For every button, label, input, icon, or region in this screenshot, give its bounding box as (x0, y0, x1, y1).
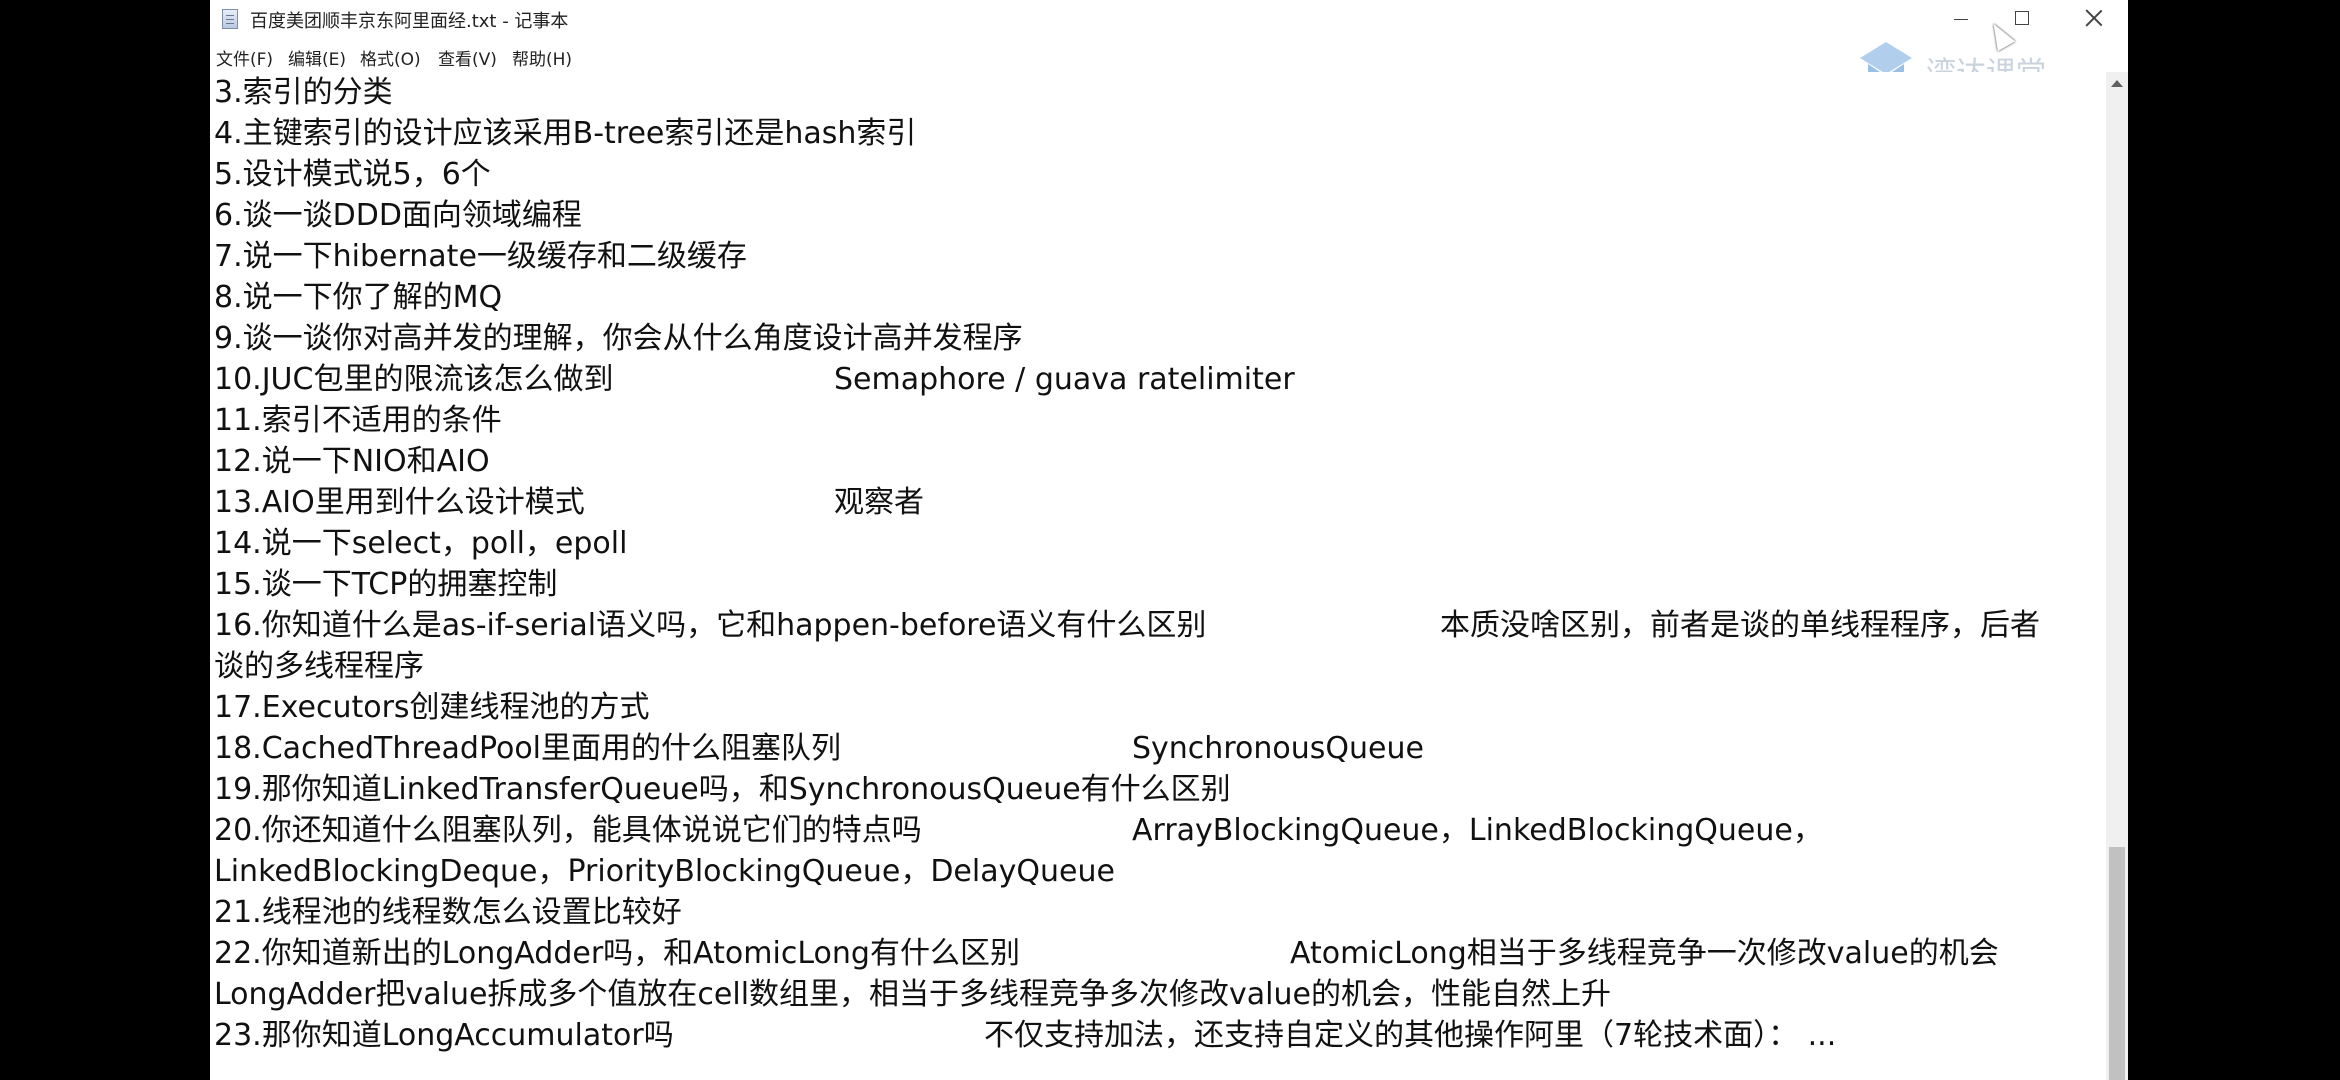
title-bar[interactable]: 百度美团顺丰京东阿里面经.txt - 记事本 (210, 0, 2128, 40)
text-line: 23.那你知道LongAccumulator吗 不仅支持加法，还支持自定义的其他操… (214, 1015, 1836, 1056)
text-line: 10.JUC包里的限流该怎么做到 Semaphore / guava rateli… (214, 359, 1295, 400)
notepad-window: 百度美团顺丰京东阿里面经.txt - 记事本 文件(F) 编辑(E) 格式(O)… (210, 0, 2128, 1080)
menu-edit[interactable]: 编辑(E) (288, 45, 346, 70)
question-text: 14.说一下select，poll，epoll (214, 526, 628, 561)
text-line: 11.索引不适用的条件 (214, 400, 502, 441)
question-text: 11.索引不适用的条件 (214, 403, 502, 438)
text-line: 22.你知道新出的LongAdder吗，和AtomicLong有什么区别 Atom… (214, 933, 1999, 974)
minimize-icon (1954, 19, 1968, 20)
question-text: 9.谈一谈你对高并发的理解，你会从什么角度设计高并发程序 (214, 321, 1023, 356)
question-text: 5.设计模式说5，6个 (214, 157, 491, 192)
text-line: 13.AIO里用到什么设计模式 观察者 (214, 482, 924, 523)
question-text: LongAdder把value拆成多个值放在cell数组里，相当于多线程竞争多次… (214, 977, 1611, 1012)
question-text: 3.索引的分类 (214, 75, 393, 110)
menu-bar: 文件(F) 编辑(E) 格式(O) 查看(V) 帮助(H) (210, 40, 2128, 72)
question-text: 21.线程池的线程数怎么设置比较好 (214, 895, 682, 930)
text-line: 19.那你知道LinkedTransferQueue吗，和Synchronous… (214, 769, 1231, 810)
text-line: 14.说一下select，poll，epoll (214, 523, 627, 564)
answer-text: SynchronousQueue (1132, 731, 1424, 766)
question-text: 17.Executors创建线程池的方式 (214, 690, 650, 725)
scroll-thumb[interactable] (2109, 847, 2125, 1080)
text-line: 20.你还知道什么阻塞队列，能具体说说它们的特点吗 ArrayBlockingQu… (214, 810, 1823, 851)
text-line: LinkedBlockingDeque，PriorityBlockingQueu… (214, 851, 1115, 892)
menu-file[interactable]: 文件(F) (216, 45, 273, 70)
question-text: 4.主键索引的设计应该采用B-tree索引还是hash索引 (214, 116, 917, 151)
vertical-scrollbar[interactable] (2106, 72, 2128, 1080)
text-line: 18.CachedThreadPool里面用的什么阻塞队列 Synchronous… (214, 728, 1424, 769)
question-text: 18.CachedThreadPool里面用的什么阻塞队列 (214, 731, 842, 766)
question-text: 20.你还知道什么阻塞队列，能具体说说它们的特点吗 (214, 813, 922, 848)
question-text: 22.你知道新出的LongAdder吗，和AtomicLong有什么区别 (214, 936, 1020, 971)
notepad-icon (222, 9, 238, 29)
answer-text: 观察者 (834, 485, 924, 520)
question-text: 12.说一下NIO和AIO (214, 444, 490, 479)
text-line: 16.你知道什么是as-if-serial语义吗，它和happen-before… (214, 605, 2040, 646)
question-text: 19.那你知道LinkedTransferQueue吗，和Synchronous… (214, 772, 1231, 807)
scroll-up-arrow-icon[interactable] (2111, 80, 2123, 87)
question-text: 6.谈一谈DDD面向领域编程 (214, 198, 582, 233)
question-text: 8.说一下你了解的MQ (214, 280, 503, 315)
question-text: 10.JUC包里的限流该怎么做到 (214, 362, 614, 397)
text-line: 12.说一下NIO和AIO (214, 441, 490, 482)
text-line: 3.索引的分类 (214, 72, 393, 113)
question-text: 13.AIO里用到什么设计模式 (214, 485, 585, 520)
maximize-icon (2015, 11, 2029, 25)
text-line: 21.线程池的线程数怎么设置比较好 (214, 892, 682, 933)
text-line: 7.说一下hibernate一级缓存和二级缓存 (214, 236, 747, 277)
question-text: 7.说一下hibernate一级缓存和二级缓存 (214, 239, 747, 274)
text-line: 8.说一下你了解的MQ (214, 277, 502, 318)
text-line: LongAdder把value拆成多个值放在cell数组里，相当于多线程竞争多次… (214, 974, 1611, 1015)
close-icon (2084, 8, 2104, 28)
text-editor[interactable]: 3.索引的分类 4.主键索引的设计应该采用B-tree索引还是hash索引 5.设计… (210, 72, 2106, 1080)
text-line: 5.设计模式说5，6个 (214, 154, 491, 195)
close-button[interactable] (2056, 0, 2128, 40)
menu-view[interactable]: 查看(V) (438, 45, 497, 70)
menu-format[interactable]: 格式(O) (360, 45, 421, 70)
text-line: 谈的多线程程序 (214, 646, 424, 687)
question-text: 谈的多线程程序 (214, 649, 424, 684)
answer-text: ArrayBlockingQueue，LinkedBlockingQueue， (1132, 813, 1823, 848)
answer-text: 不仅支持加法，还支持自定义的其他操作阿里（7轮技术面）： ... (984, 1018, 1837, 1053)
answer-text: AtomicLong相当于多线程竞争一次修改value的机会 (1290, 936, 1999, 971)
question-text: 23.那你知道LongAccumulator吗 (214, 1018, 674, 1053)
answer-text: 本质没啥区别，前者是谈的单线程程序，后者 (1440, 608, 2040, 643)
answer-text: Semaphore / guava ratelimiter (834, 362, 1295, 397)
text-line: 15.谈一下TCP的拥塞控制 (214, 564, 557, 605)
question-text: 16.你知道什么是as-if-serial语义吗，它和happen-before… (214, 608, 1207, 643)
text-line: 6.谈一谈DDD面向领域编程 (214, 195, 582, 236)
window-title: 百度美团顺丰京东阿里面经.txt - 记事本 (250, 11, 569, 32)
text-line: 17.Executors创建线程池的方式 (214, 687, 650, 728)
question-text: LinkedBlockingDeque，PriorityBlockingQueu… (214, 854, 1115, 889)
menu-help[interactable]: 帮助(H) (512, 45, 572, 70)
text-line: 9.谈一谈你对高并发的理解，你会从什么角度设计高并发程序 (214, 318, 1023, 359)
question-text: 15.谈一下TCP的拥塞控制 (214, 567, 558, 602)
text-line: 4.主键索引的设计应该采用B-tree索引还是hash索引 (214, 113, 916, 154)
